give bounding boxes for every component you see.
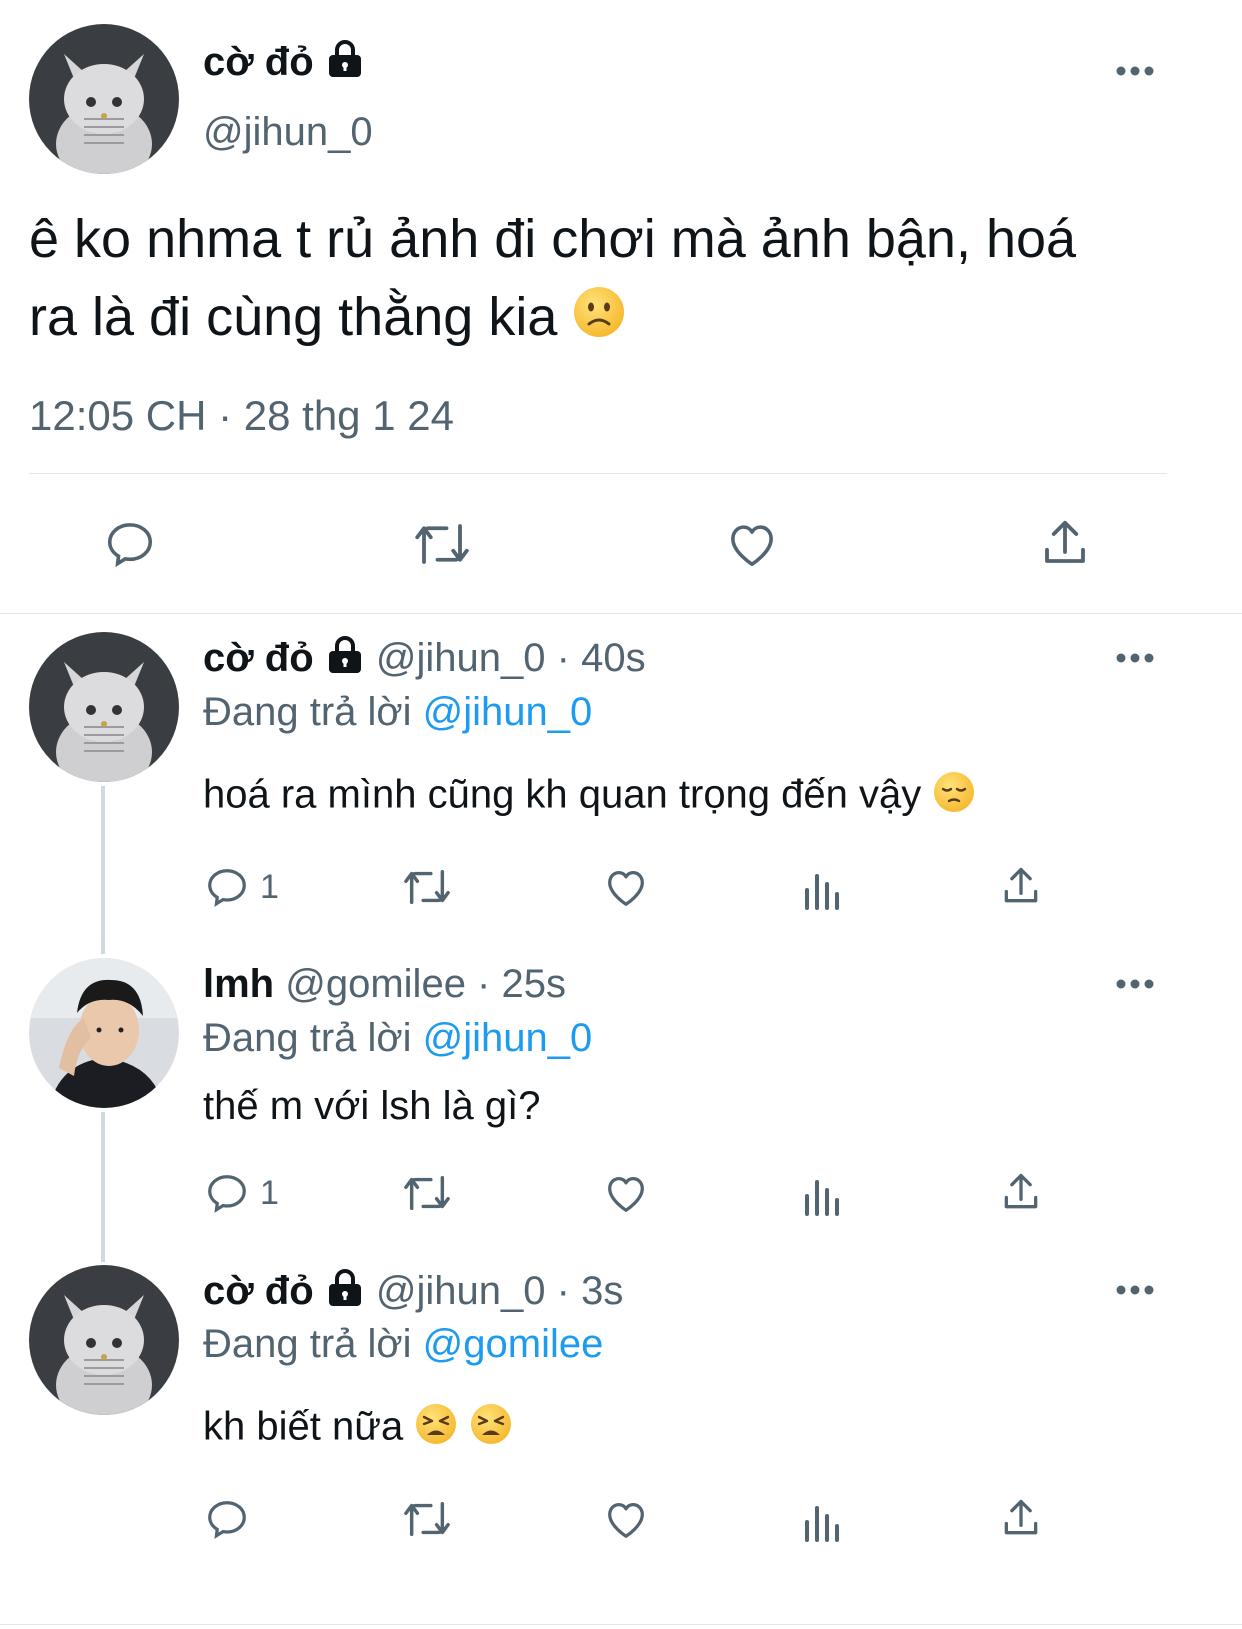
reply-button[interactable] bbox=[204, 1496, 260, 1542]
more-icon[interactable] bbox=[1115, 651, 1155, 665]
display-name[interactable]: lmh bbox=[203, 962, 274, 1006]
share-icon bbox=[1004, 1499, 1038, 1535]
like-button[interactable] bbox=[602, 864, 650, 910]
share-icon bbox=[1045, 520, 1085, 563]
mention-link[interactable]: @gomilee bbox=[423, 1322, 604, 1366]
views-button[interactable] bbox=[803, 1172, 843, 1216]
like-button[interactable] bbox=[602, 1170, 650, 1216]
divider bbox=[0, 1624, 1242, 1625]
share-icon bbox=[1004, 867, 1038, 903]
avatar[interactable] bbox=[29, 1265, 179, 1415]
replying-to: Đang trả lời @jihun_0 bbox=[203, 690, 592, 735]
author-row: lmh @gomilee · 25s bbox=[203, 962, 566, 1007]
reply-text: hoá ra mình cũng kh quan trọng đến vậy bbox=[203, 770, 976, 824]
tweet-text-line: ra là đi cùng thằng kia bbox=[29, 278, 1076, 360]
avatar[interactable] bbox=[29, 632, 179, 782]
retweet-icon bbox=[404, 1501, 450, 1537]
retweet-icon bbox=[404, 1175, 450, 1211]
slightly-frowning-face-emoji bbox=[572, 282, 626, 360]
reply-text: kh biết nữa bbox=[203, 1402, 513, 1456]
thread-line bbox=[101, 1112, 105, 1262]
reply-icon bbox=[208, 869, 246, 907]
display-name[interactable]: cờ đỏ bbox=[203, 636, 314, 680]
author-row: cờ đỏ @jihun_0 · 40s bbox=[203, 636, 646, 684]
timestamp[interactable]: 12:05 CH · 28 thg 1 24 bbox=[29, 392, 454, 440]
replying-to: Đang trả lời @jihun_0 bbox=[203, 1016, 592, 1061]
mention-link[interactable]: @jihun_0 bbox=[423, 690, 593, 734]
more-icon[interactable] bbox=[1115, 977, 1155, 991]
divider bbox=[29, 473, 1167, 474]
replying-prefix: Đang trả lời bbox=[203, 1016, 412, 1060]
views-button[interactable] bbox=[803, 1498, 843, 1542]
lock-icon bbox=[325, 40, 365, 88]
like-button[interactable] bbox=[724, 517, 780, 571]
more-icon[interactable] bbox=[1115, 1283, 1155, 1297]
handle-and-time[interactable]: @jihun_0 · 3s bbox=[376, 1269, 623, 1313]
replying-prefix: Đang trả lời bbox=[203, 1322, 412, 1366]
weary-face-emoji bbox=[414, 1402, 458, 1456]
lock-icon bbox=[325, 636, 365, 684]
reply-icon bbox=[208, 1501, 246, 1539]
like-icon bbox=[608, 870, 644, 906]
mention-link[interactable]: @jihun_0 bbox=[423, 1016, 593, 1060]
retweet-icon bbox=[404, 869, 450, 905]
views-icon bbox=[805, 1506, 839, 1542]
author-row: cờ đỏ bbox=[203, 40, 365, 88]
replying-to: Đang trả lời @gomilee bbox=[203, 1322, 603, 1367]
weary-face-emoji bbox=[469, 1402, 513, 1456]
retweet-icon bbox=[415, 524, 469, 564]
avatar[interactable] bbox=[29, 24, 179, 174]
display-name[interactable]: cờ đỏ bbox=[203, 1269, 314, 1313]
avatar[interactable] bbox=[29, 958, 179, 1108]
retweet-button[interactable] bbox=[410, 517, 474, 571]
views-icon bbox=[805, 874, 839, 910]
tweet-text: ê ko nhma t rủ ảnh đi chơi mà ảnh bận, h… bbox=[29, 200, 1076, 360]
author-row: cờ đỏ @jihun_0 · 3s bbox=[203, 1269, 623, 1317]
lock-icon bbox=[325, 1269, 365, 1317]
views-icon bbox=[805, 1180, 839, 1216]
reply-count: 1 bbox=[260, 1173, 279, 1212]
share-button[interactable] bbox=[999, 1169, 1043, 1215]
like-icon bbox=[608, 1502, 644, 1538]
tweet-text-line: ê ko nhma t rủ ảnh đi chơi mà ảnh bận, h… bbox=[29, 209, 1077, 269]
reply-text: thế m với lsh là gì? bbox=[203, 1084, 541, 1128]
display-name[interactable]: cờ đỏ bbox=[203, 40, 314, 84]
reply-icon bbox=[107, 523, 153, 568]
retweet-button[interactable] bbox=[400, 864, 454, 910]
share-button[interactable] bbox=[999, 1495, 1043, 1541]
views-button[interactable] bbox=[803, 866, 843, 910]
reply-button[interactable]: 1 bbox=[204, 1170, 279, 1216]
handle-and-time[interactable]: @gomilee · 25s bbox=[285, 962, 566, 1006]
share-button[interactable] bbox=[999, 863, 1043, 909]
like-icon bbox=[731, 525, 773, 567]
reply-button[interactable]: 1 bbox=[204, 864, 279, 910]
reply-button[interactable] bbox=[103, 517, 157, 571]
handle-and-time[interactable]: @jihun_0 · 40s bbox=[376, 636, 646, 680]
retweet-button[interactable] bbox=[400, 1496, 454, 1542]
replying-prefix: Đang trả lời bbox=[203, 690, 412, 734]
share-button[interactable] bbox=[1038, 515, 1092, 571]
more-icon[interactable] bbox=[1115, 64, 1155, 78]
like-button[interactable] bbox=[602, 1496, 650, 1542]
thread-line bbox=[101, 786, 105, 954]
divider bbox=[0, 613, 1242, 614]
like-icon bbox=[608, 1176, 644, 1212]
reply-count: 1 bbox=[260, 867, 279, 906]
reply-icon bbox=[208, 1175, 246, 1213]
retweet-button[interactable] bbox=[400, 1170, 454, 1216]
pensive-face-emoji bbox=[932, 770, 976, 824]
handle[interactable]: @jihun_0 bbox=[203, 110, 373, 155]
share-icon bbox=[1004, 1173, 1038, 1209]
